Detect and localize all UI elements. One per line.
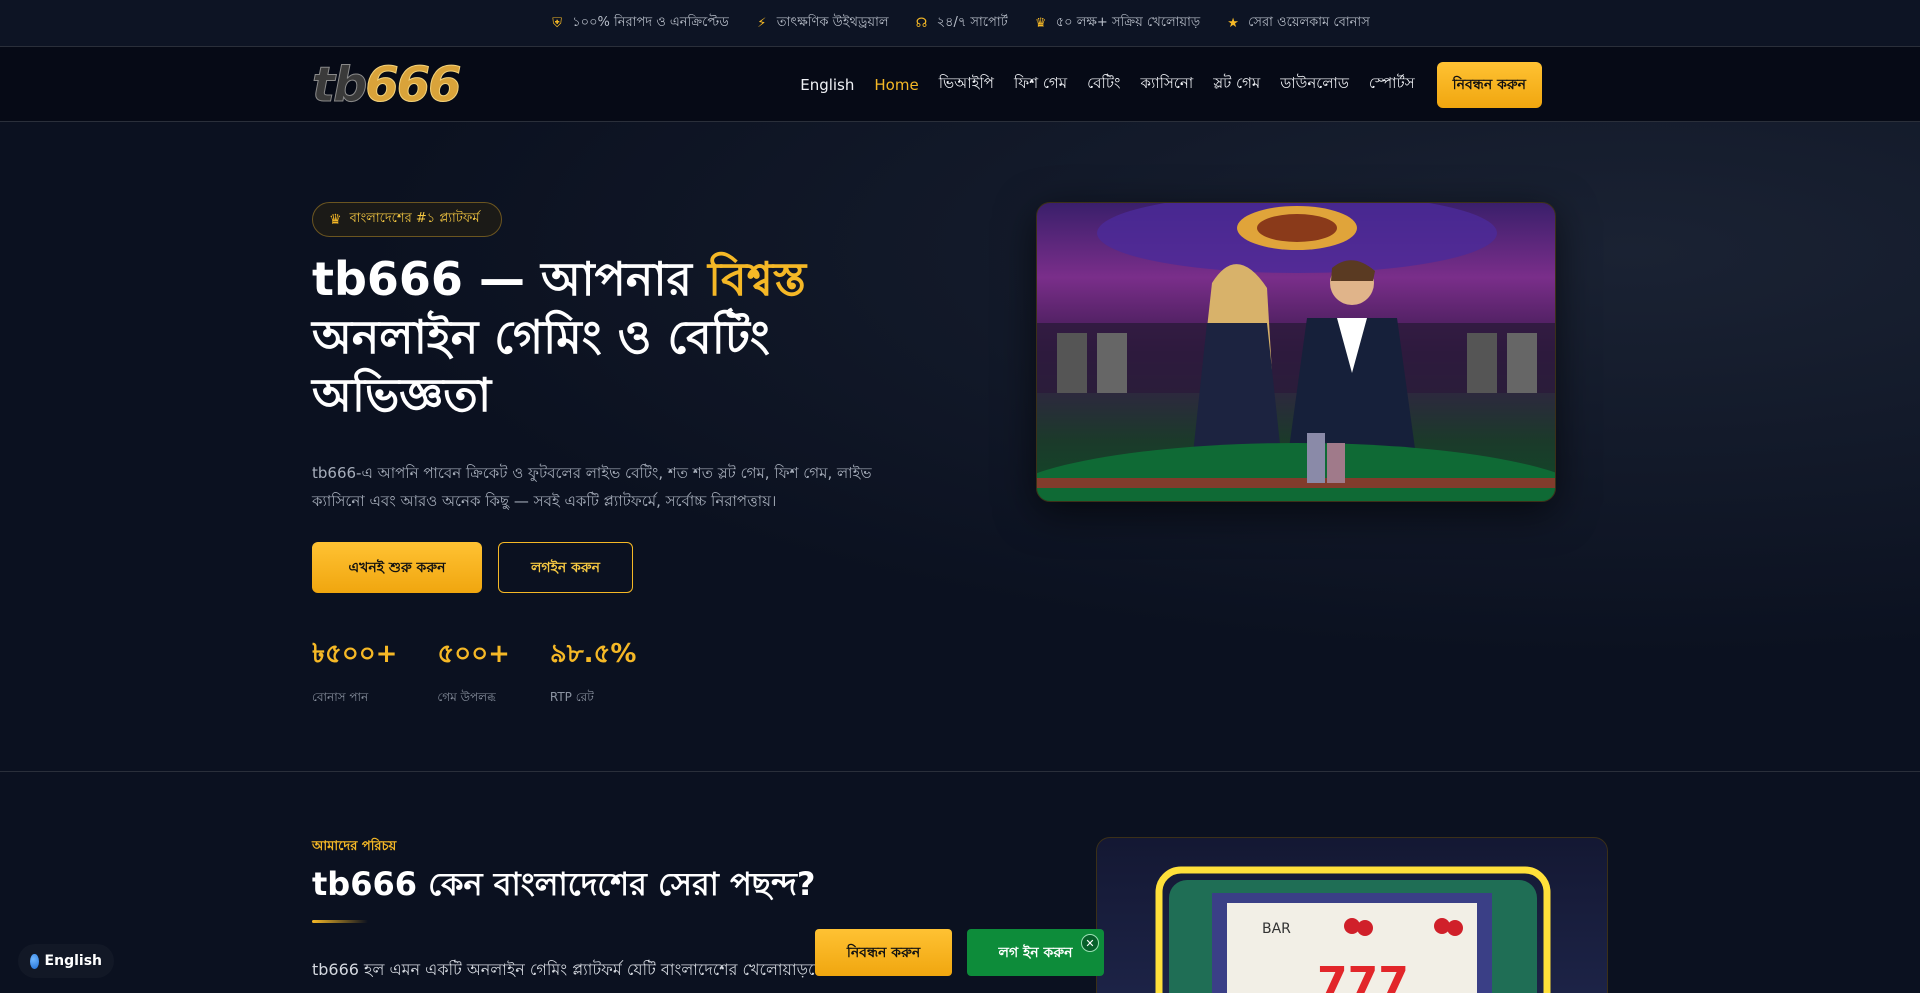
topbar-item-label: সেরা ওয়েলকাম বোনাস	[1248, 14, 1370, 30]
nav-link-vip[interactable]: ভিআইপি	[939, 72, 994, 97]
nav-link-casino[interactable]: ক্যাসিনো	[1140, 72, 1193, 97]
hero-title: tb666 — আপনার বিশ্বস্ত অনলাইন গেমিং ও বে…	[312, 252, 807, 422]
stat-bonus: ৳৫০০+ বোনাস পান	[312, 637, 397, 709]
nav-link-sports[interactable]: স্পোর্টস	[1369, 72, 1415, 97]
stat-rtp: ৯৮.৫% RTP রেট	[550, 637, 637, 709]
stat-games: ৫০০+ গেম উপলব্ধ	[437, 637, 509, 709]
svg-text:BAR: BAR	[1262, 921, 1291, 937]
stat-label: RTP রেট	[549, 690, 594, 704]
hero-title-highlight: বিশ্বস্ত	[707, 252, 807, 306]
main-navbar: tb666 English Home ভিআইপি ফিশ গেম বেটিং …	[0, 47, 1920, 122]
about-eyebrow: আমাদের পরিচয়	[312, 839, 397, 854]
title-underline	[312, 920, 368, 923]
topbar-item-label: ১০০% নিরাপদ ও এনক্রিপ্টেড	[572, 14, 729, 30]
floating-register-button[interactable]: নিবন্ধন করুন	[815, 929, 952, 976]
headset-icon: ☊	[915, 15, 928, 31]
nav-link-fish-game[interactable]: ফিশ গেম	[1014, 72, 1067, 97]
hero-casino-image	[1036, 202, 1556, 502]
topbar-item-support: ☊ ২৪/৭ সাপোর্ট	[915, 13, 1008, 34]
topbar-item-withdrawal: ⚡ তাৎক্ষণিক উইথড্রয়াল	[755, 13, 889, 34]
nav-link-home[interactable]: Home	[874, 76, 918, 94]
topbar-item-players: ♛ ৫০ লক্ষ+ সক্রিয় খেলোয়াড়	[1034, 13, 1200, 34]
about-title: tb666 কেন বাংলাদেশের সেরা পছন্দ?	[312, 865, 816, 903]
close-icon[interactable]: ✕	[1081, 934, 1099, 952]
topbar-item-label: ৫০ লক্ষ+ সক্রিয় খেলোয়াড়	[1055, 14, 1201, 30]
nav-link-english[interactable]: English	[800, 76, 854, 94]
topbar-item-security: ⛨ ১০০% নিরাপদ ও এনক্রিপ্টেড	[550, 13, 729, 34]
topbar-item-label: ২৪/৭ সাপোর্ট	[936, 14, 1008, 30]
globe-icon	[30, 953, 39, 969]
stat-label: গেম উপলব্ধ	[437, 690, 496, 704]
hero-stats: ৳৫০০+ বোনাস পান ৫০০+ গেম উপলব্ধ ৯৮.৫% RT…	[312, 637, 636, 709]
nav-link-betting[interactable]: বেটিং	[1087, 72, 1120, 97]
crown-icon: ♛	[329, 211, 342, 228]
platform-badge: ♛ বাংলাদেশের #১ প্ল্যাটফর্ম	[312, 202, 502, 237]
nav-link-download[interactable]: ডাউনলোড	[1280, 72, 1349, 97]
stat-value: ৯৮.৫%	[549, 639, 637, 669]
trophy-icon: ♛	[1034, 15, 1047, 31]
bolt-icon: ⚡	[757, 15, 767, 31]
star-icon: ★	[1227, 15, 1239, 31]
stat-value: ৫০০+	[437, 639, 510, 669]
slot-machine-image: BAR 777	[1096, 837, 1608, 993]
nav-menu: English Home ভিআইপি ফিশ গেম বেটিং ক্যাসি…	[800, 47, 1542, 122]
hero-section: ♛ বাংলাদেশের #১ প্ল্যাটফর্ম tb666 — আপনা…	[0, 122, 1920, 772]
start-now-button[interactable]: এখনই শুরু করুন	[312, 542, 482, 593]
login-button[interactable]: লগইন করুন	[498, 542, 633, 593]
nav-link-slot-game[interactable]: স্লট গেম	[1213, 72, 1260, 97]
topbar-item-label: তাৎক্ষণিক উইথড্রয়াল	[776, 14, 889, 30]
stat-value: ৳৫০০+	[312, 639, 398, 669]
hero-description: tb666-এ আপনি পাবেন ক্রিকেট ও ফুটবলের লাই…	[312, 464, 872, 510]
topbar-item-bonus: ★ সেরা ওয়েলকাম বোনাস	[1226, 13, 1370, 34]
svg-text:777: 777	[1317, 958, 1409, 993]
stat-label: বোনাস পান	[312, 690, 369, 704]
site-logo[interactable]: tb666	[311, 59, 492, 112]
language-label: English	[44, 953, 102, 969]
top-info-bar: ⛨ ১০০% নিরাপদ ও এনক্রিপ্টেড ⚡ তাৎক্ষণিক …	[0, 0, 1920, 47]
register-button[interactable]: নিবন্ধন করুন	[1436, 61, 1542, 108]
shield-icon: ⛨	[552, 15, 563, 31]
language-switcher[interactable]: English	[18, 944, 114, 978]
badge-label: বাংলাদেশের #১ প্ল্যাটফর্ম	[349, 211, 480, 226]
